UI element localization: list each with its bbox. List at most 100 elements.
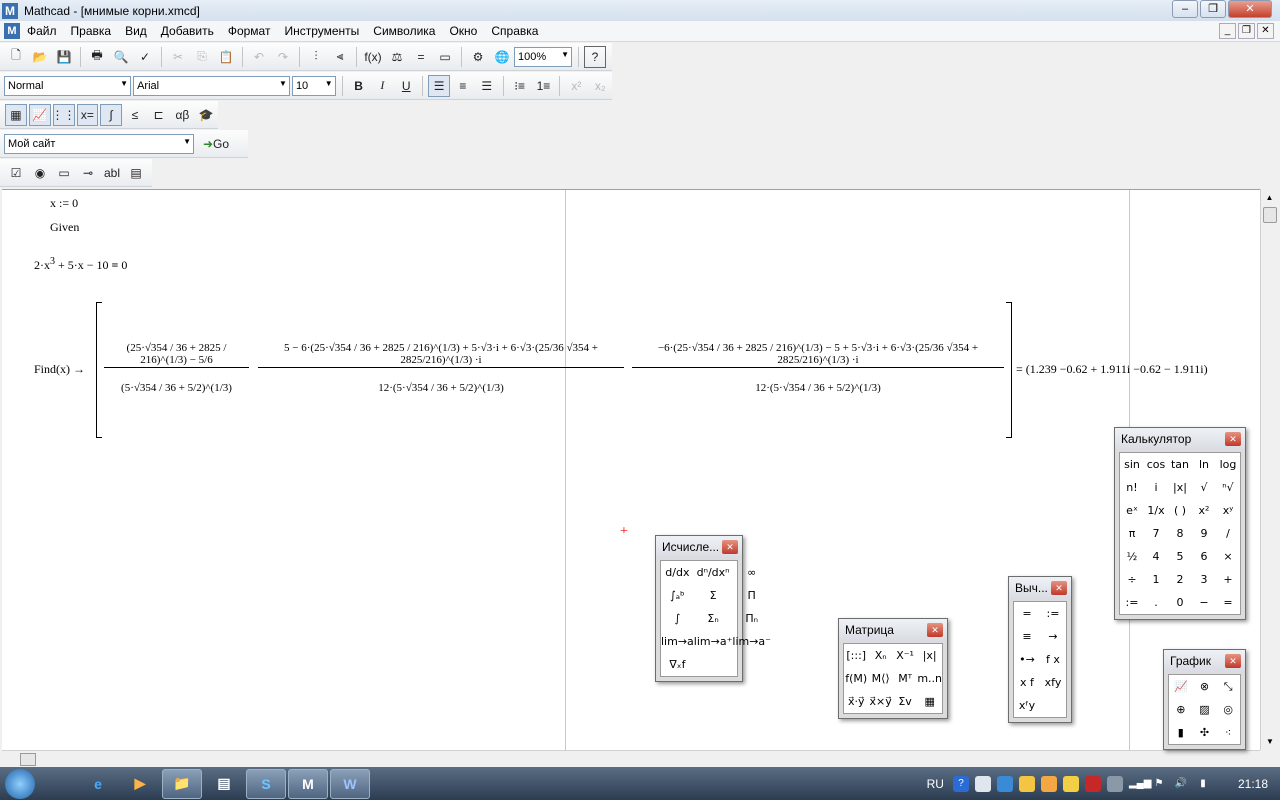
range-variable-button[interactable]: m..n: [917, 667, 942, 690]
bar-plot-3d-icon[interactable]: ▮: [1169, 721, 1193, 744]
postfix-operator-button[interactable]: x f: [1014, 671, 1040, 694]
calc-key[interactable]: 1: [1144, 568, 1168, 591]
calc-key[interactable]: sin: [1120, 453, 1144, 476]
calc-key[interactable]: −: [1192, 591, 1216, 614]
infix-operator-button[interactable]: xfy: [1040, 671, 1066, 694]
font-select[interactable]: Arial ▼: [133, 75, 290, 96]
calc-key[interactable]: 5: [1168, 545, 1192, 568]
insert-unit-icon[interactable]: ⚖: [386, 46, 408, 68]
programming-palette-icon[interactable]: ⊏: [148, 104, 170, 126]
calc-key[interactable]: ½: [1120, 545, 1144, 568]
numeric-result[interactable]: = (1.239 −0.62 + 1.911i −0.62 − 1.911i): [1016, 362, 1208, 377]
equation-region[interactable]: 2·x3 + 5·x − 10 = 0: [34, 256, 127, 273]
menu-window[interactable]: Окно: [442, 21, 484, 42]
calc-key[interactable]: /: [1216, 522, 1240, 545]
superscript-icon[interactable]: x²: [565, 75, 587, 97]
trace-plot-icon[interactable]: ⤡: [1216, 675, 1240, 698]
tray-app-icon[interactable]: [1040, 775, 1057, 792]
tray-app-icon[interactable]: [974, 775, 991, 792]
calc-key[interactable]: |x|: [1168, 476, 1192, 499]
calc-key[interactable]: :=: [1120, 591, 1144, 614]
print-icon[interactable]: 🖶: [86, 46, 108, 68]
greek-palette-icon[interactable]: αβ: [172, 104, 194, 126]
calc-key[interactable]: 6: [1192, 545, 1216, 568]
evaluate-button[interactable]: =: [1014, 602, 1040, 625]
tray-app-icon[interactable]: [996, 775, 1013, 792]
calculus-close-icon[interactable]: ✕: [722, 540, 738, 554]
calc-key[interactable]: ln: [1192, 453, 1216, 476]
global-define-button[interactable]: ≡: [1014, 625, 1040, 648]
ie-taskbar-icon[interactable]: e: [78, 769, 118, 799]
zoom-plot-icon[interactable]: ⊗: [1193, 675, 1217, 698]
doc-minimize-button[interactable]: _: [1219, 23, 1236, 39]
evaluation-palette-icon[interactable]: x=: [76, 103, 99, 126]
calculate-icon[interactable]: =: [410, 46, 432, 68]
align-down-icon[interactable]: ⫷: [329, 46, 351, 68]
horizontal-scroll-thumb[interactable]: [20, 753, 36, 766]
style-select[interactable]: Normal ▼: [4, 75, 132, 96]
calculator-close-icon[interactable]: ✕: [1225, 432, 1241, 446]
define-button[interactable]: :=: [1040, 602, 1066, 625]
italic-button[interactable]: I: [371, 75, 393, 97]
doc-close-button[interactable]: ✕: [1257, 23, 1274, 39]
calc-key[interactable]: x²: [1192, 499, 1216, 522]
definite-integral-button[interactable]: ∫ₐᵇ: [661, 584, 694, 607]
tray-app-icon[interactable]: [1106, 775, 1123, 792]
inverse-button[interactable]: X⁻¹: [893, 644, 917, 667]
calculator-palette-icon[interactable]: ▦: [5, 103, 27, 126]
network-signal-icon[interactable]: ▂▄▆: [1129, 776, 1151, 792]
menu-view[interactable]: Вид: [118, 21, 154, 42]
find-result-vector[interactable]: (25·√354 / 36 + 2825 / 216)^(1/3) − 5/6 …: [96, 302, 1012, 438]
print-preview-icon[interactable]: 🔍: [110, 46, 132, 68]
resource-center-icon[interactable]: ⚙: [467, 46, 489, 68]
horizontal-scrollbar[interactable]: [2, 750, 1260, 767]
web-icon[interactable]: 🌐: [491, 46, 513, 68]
insert-component-icon[interactable]: ▭: [434, 46, 456, 68]
calc-key[interactable]: ÷: [1120, 568, 1144, 591]
nth-derivative-button[interactable]: dⁿ/dxⁿ: [694, 561, 733, 584]
column-button[interactable]: M⟨⟩: [868, 667, 892, 690]
maximize-button[interactable]: ❐: [1200, 0, 1226, 18]
calc-key[interactable]: 8: [1168, 522, 1192, 545]
button-control-icon[interactable]: ▭: [53, 162, 75, 184]
calc-key[interactable]: ⁿ√: [1216, 476, 1240, 499]
font-size-select[interactable]: 10 ▼: [291, 75, 336, 96]
right-limit-button[interactable]: lim→a⁺: [694, 630, 733, 653]
textbox-control-icon[interactable]: abl: [101, 162, 123, 184]
numbering-icon[interactable]: 1≡: [533, 75, 555, 97]
limit-button[interactable]: lim→a: [661, 630, 694, 653]
infinity-button[interactable]: ∞: [732, 561, 771, 584]
mathcad-app-icon[interactable]: M: [2, 2, 18, 19]
media-player-taskbar-icon[interactable]: ▶: [120, 769, 160, 799]
range-sum-button[interactable]: Σₙ: [694, 607, 733, 630]
insert-matrix-button[interactable]: [:::]: [844, 644, 868, 667]
calc-key[interactable]: π: [1120, 522, 1144, 545]
surface-plot-icon[interactable]: ▨: [1193, 698, 1217, 721]
vectorize-button[interactable]: f(M): [844, 667, 868, 690]
transpose-button[interactable]: Mᵀ: [893, 667, 917, 690]
prefix-operator-button[interactable]: f x: [1040, 648, 1066, 671]
picture-button[interactable]: ▦: [917, 690, 942, 713]
symbolic-evaluate-button[interactable]: →: [1040, 625, 1066, 648]
calc-key[interactable]: i: [1144, 476, 1168, 499]
cross-product-button[interactable]: x⃗×y⃗: [868, 690, 892, 713]
align-left-icon[interactable]: ☰: [428, 74, 451, 97]
range-product-button[interactable]: Πₙ: [732, 607, 771, 630]
menu-symbolics[interactable]: Символика: [366, 21, 442, 42]
vector-sum-button[interactable]: Σv: [893, 690, 917, 713]
subscript-button[interactable]: Xₙ: [868, 644, 892, 667]
matrix-close-icon[interactable]: ✕: [927, 623, 943, 637]
checkbox-control-icon[interactable]: ☑: [5, 162, 27, 184]
calc-key[interactable]: 9: [1192, 522, 1216, 545]
calc-key[interactable]: ( ): [1168, 499, 1192, 522]
menu-help[interactable]: Справка: [484, 21, 545, 42]
calc-key[interactable]: 0: [1168, 591, 1192, 614]
graph-palette-icon[interactable]: 📈: [28, 103, 51, 126]
scatter-plot-3d-icon[interactable]: ✣: [1193, 721, 1217, 744]
calc-key[interactable]: 7: [1144, 522, 1168, 545]
menu-format[interactable]: Формат: [221, 21, 278, 42]
go-button[interactable]: ➜ Go: [197, 133, 235, 155]
clock[interactable]: 21:18: [1238, 777, 1268, 791]
calc-key[interactable]: 4: [1144, 545, 1168, 568]
calc-key[interactable]: +: [1216, 568, 1240, 591]
